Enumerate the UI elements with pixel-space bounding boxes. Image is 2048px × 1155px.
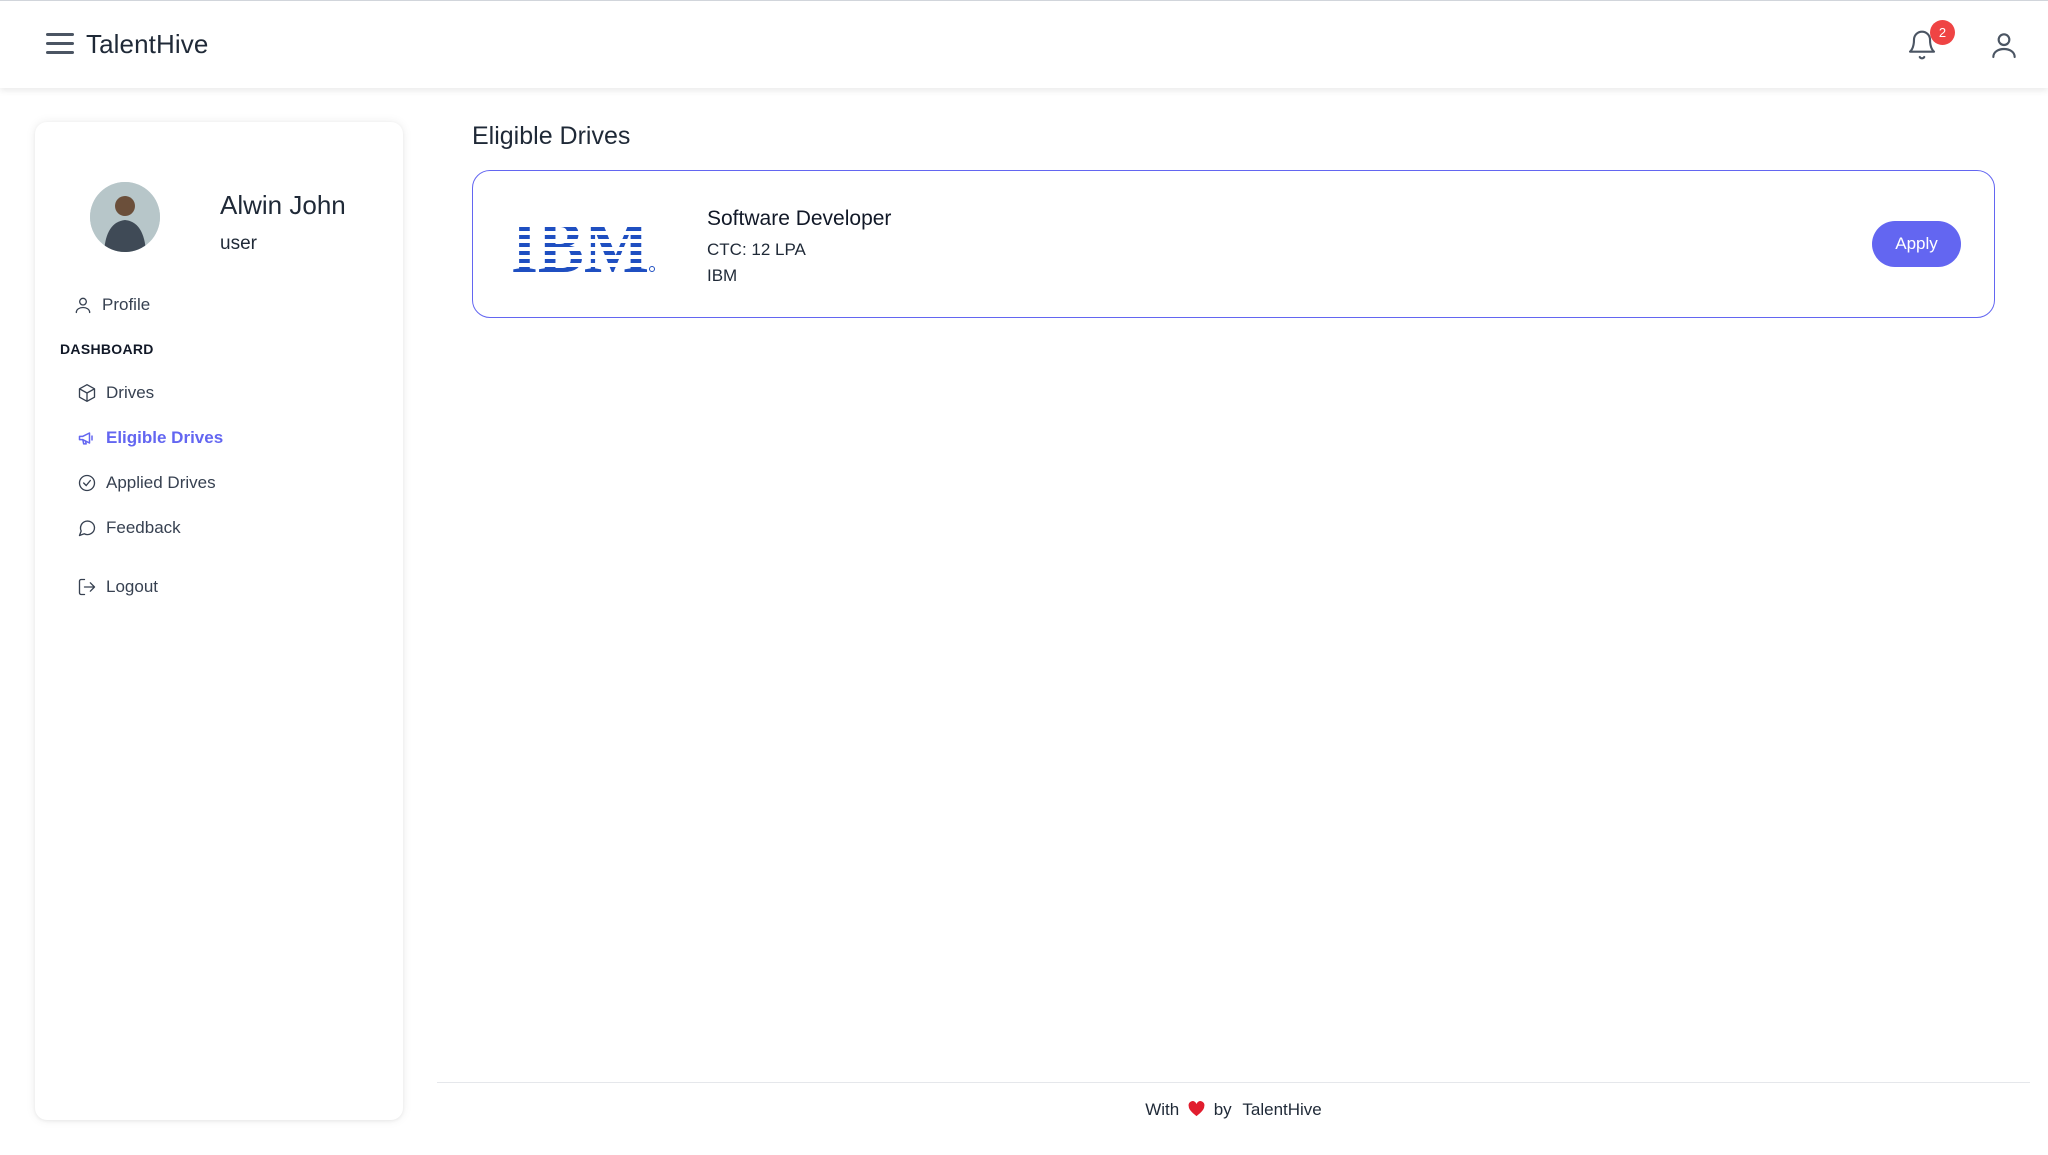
- sidebar-item-label: Eligible Drives: [106, 428, 224, 447]
- sidebar-item-label: Applied Drives: [106, 473, 216, 492]
- menu-icon[interactable]: [46, 33, 74, 55]
- heart-icon: [1188, 1101, 1205, 1117]
- box-icon: [78, 384, 96, 402]
- megaphone-icon: [78, 432, 93, 445]
- sidebar-item-eligible-drives[interactable]: Eligible Drives: [77, 422, 223, 454]
- sidebar-item-profile[interactable]: Profile: [73, 289, 150, 321]
- user-role: user: [220, 233, 257, 254]
- logout-icon: [78, 578, 96, 596]
- sidebar-item-drives[interactable]: Drives: [77, 377, 154, 409]
- drive-ctc: CTC: 12 LPA: [707, 240, 806, 259]
- check-circle-icon: [78, 474, 96, 492]
- user-name: Alwin John: [220, 190, 346, 220]
- section-label-dashboard: DASHBOARD: [60, 341, 154, 357]
- user-icon: [75, 297, 91, 314]
- drive-title: Software Developer: [707, 207, 892, 230]
- footer-brand[interactable]: TalentHive: [1242, 1100, 1321, 1119]
- company-logo: IBM: [511, 219, 657, 272]
- page-title: Eligible Drives: [472, 122, 631, 150]
- drive-company: IBM: [707, 266, 738, 285]
- top-navbar: TalentHive 2: [0, 0, 2048, 88]
- sidebar: Alwin John user Profile DASHBOARD Drives…: [35, 122, 403, 1120]
- footer-with: With: [1145, 1100, 1180, 1119]
- notification-badge: 2: [1930, 20, 1955, 45]
- footer-by: by: [1213, 1100, 1232, 1119]
- footer-divider: [437, 1082, 2030, 1083]
- drive-card: IBM Software Developer CTC: 12 LPA IBM A…: [472, 170, 1995, 318]
- sidebar-item-applied-drives[interactable]: Applied Drives: [77, 467, 216, 499]
- sidebar-item-label: Feedback: [106, 518, 181, 537]
- app-brand[interactable]: TalentHive: [86, 29, 208, 60]
- sidebar-item-label: Profile: [102, 295, 151, 314]
- user-icon[interactable]: [1988, 29, 2020, 61]
- chat-icon: [78, 520, 96, 537]
- logout-button[interactable]: Logout: [77, 571, 158, 603]
- logout-label: Logout: [106, 577, 158, 596]
- sidebar-item-label: Drives: [106, 383, 155, 402]
- avatar: [90, 182, 160, 252]
- sidebar-item-feedback[interactable]: Feedback: [77, 512, 181, 544]
- apply-button[interactable]: Apply: [1872, 221, 1961, 267]
- footer: With by TalentHive: [437, 1100, 2030, 1120]
